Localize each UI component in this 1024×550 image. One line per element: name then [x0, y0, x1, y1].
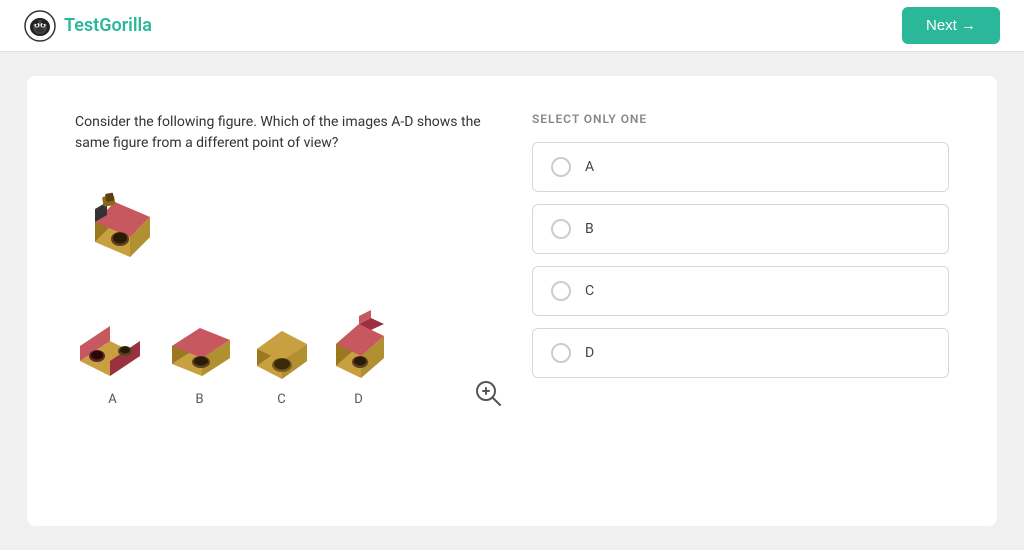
answer-option-C-text: C — [585, 283, 594, 299]
question-text: Consider the following figure. Which of … — [75, 112, 492, 154]
figure-option-C: C — [249, 321, 314, 407]
figure-b-svg — [162, 316, 237, 386]
figure-a-svg — [75, 316, 150, 386]
answer-option-A-text: A — [585, 159, 594, 175]
right-panel: SELECT ONLY ONE A B C D — [532, 112, 949, 486]
answer-option-D-text: D — [585, 345, 594, 361]
left-panel: Consider the following figure. Which of … — [75, 112, 492, 486]
app-header: TestGorilla Next → — [0, 0, 1024, 52]
radio-B — [551, 219, 571, 239]
figure-d-svg — [326, 306, 391, 386]
answer-option-C[interactable]: C — [532, 266, 949, 316]
main-figure — [75, 182, 492, 282]
figure-c-label: C — [277, 392, 285, 407]
logo-icon — [24, 10, 56, 42]
answer-options: A B C D — [532, 142, 949, 378]
logo-text: TestGorilla — [64, 15, 152, 36]
radio-D — [551, 343, 571, 363]
main-content: Consider the following figure. Which of … — [0, 52, 1024, 550]
answer-option-B-text: B — [585, 221, 594, 237]
logo: TestGorilla — [24, 10, 152, 42]
zoom-icon[interactable] — [474, 379, 502, 407]
figure-a-label: A — [108, 392, 116, 407]
figure-d-label: D — [354, 392, 363, 407]
figure-c-svg — [249, 321, 314, 386]
radio-C — [551, 281, 571, 301]
select-label: SELECT ONLY ONE — [532, 112, 949, 126]
answer-option-A[interactable]: A — [532, 142, 949, 192]
figure-b-label: B — [195, 392, 203, 407]
figure-option-B: B — [162, 316, 237, 407]
figure-option-A: A — [75, 316, 150, 407]
figure-options-row: A B — [75, 306, 492, 407]
next-button[interactable]: Next → — [902, 7, 1000, 44]
question-card: Consider the following figure. Which of … — [27, 76, 997, 526]
main-figure-svg — [75, 187, 165, 277]
radio-A — [551, 157, 571, 177]
answer-option-D[interactable]: D — [532, 328, 949, 378]
figure-option-D: D — [326, 306, 391, 407]
answer-option-B[interactable]: B — [532, 204, 949, 254]
